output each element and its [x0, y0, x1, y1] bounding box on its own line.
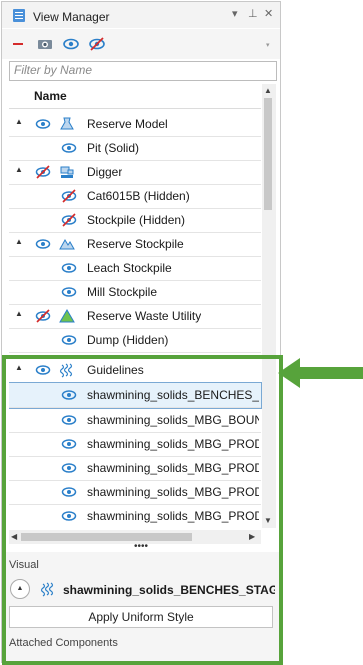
minus-icon[interactable]: [10, 35, 28, 53]
annotation-arrow-icon: [278, 358, 363, 388]
eye-icon[interactable]: [35, 362, 51, 378]
expand-icon[interactable]: ▲: [15, 237, 23, 246]
horizontal-scroll-thumb[interactable]: [21, 533, 192, 541]
hidden-eye-icon[interactable]: [35, 164, 51, 180]
selected-visual-name: shawmining_solids_BENCHES_STAGE: [63, 583, 275, 597]
tree-row-label: shawmining_solids_MBG_PROD_1: [87, 437, 259, 451]
tree-row-label: Leach Stockpile: [87, 261, 172, 275]
tree-row-label: Reserve Waste Utility: [87, 309, 202, 323]
camera-icon[interactable]: [36, 35, 54, 53]
tree-row-label: shawmining_solids_MBG_PROD_2: [87, 461, 259, 475]
tree-row-reserve-stockpile[interactable]: ▲ Reserve Stockpile: [9, 232, 261, 257]
scroll-down-icon[interactable]: ▼: [264, 516, 272, 525]
filter-field[interactable]: [9, 61, 277, 81]
tree-row-mbg-prod[interactable]: shawmining_solids_MBG_PROD_2: [9, 456, 261, 481]
eye-icon[interactable]: [61, 140, 77, 156]
hidden-eye-icon[interactable]: [61, 212, 77, 228]
eye-icon[interactable]: [61, 460, 77, 476]
eye-icon[interactable]: [61, 260, 77, 276]
eye-icon[interactable]: [61, 332, 77, 348]
triangle-icon: [59, 309, 75, 323]
eye-icon[interactable]: [61, 387, 77, 403]
toolbar-overflow-icon[interactable]: ▾: [266, 41, 270, 49]
tree-row-label: Stockpile (Hidden): [87, 213, 186, 227]
tree-row-leach-stockpile[interactable]: Leach Stockpile: [9, 256, 261, 281]
mountain-icon: [59, 239, 75, 250]
eye-icon[interactable]: [62, 35, 80, 53]
tree-row-pit-solid[interactable]: Pit (Solid): [9, 136, 261, 161]
toolbar: ▾: [2, 29, 280, 59]
waves-icon: [59, 363, 73, 378]
hidden-eye-icon[interactable]: [88, 35, 106, 53]
name-column-label: Name: [34, 89, 67, 103]
tree-row-dump[interactable]: Dump (Hidden): [9, 328, 261, 353]
tree-row-cat6015b[interactable]: Cat6015B (Hidden): [9, 184, 261, 209]
tree-row-label: Guidelines: [87, 363, 144, 377]
column-header[interactable]: Name: [9, 84, 261, 109]
hidden-eye-icon[interactable]: [61, 188, 77, 204]
tree-row-reserve-model[interactable]: ▲ Reserve Model: [9, 112, 261, 137]
eye-icon[interactable]: [61, 412, 77, 428]
panel-splitter[interactable]: ••••: [2, 542, 280, 552]
tree-row-mbg-prod[interactable]: shawmining_solids_MBG_PROD_4: [9, 504, 261, 528]
tree-row-digger[interactable]: ▲ Digger: [9, 160, 261, 185]
expand-icon[interactable]: ▲: [15, 363, 23, 372]
close-icon[interactable]: ✕: [264, 7, 273, 20]
scroll-up-icon[interactable]: ▲: [264, 86, 272, 95]
visual-label: Visual: [9, 559, 39, 571]
tree-row-label: Reserve Stockpile: [87, 237, 184, 251]
window-title: View Manager: [33, 10, 110, 24]
tree-row-label: Cat6015B (Hidden): [87, 189, 190, 203]
expand-icon[interactable]: ▲: [15, 117, 23, 126]
expand-icon[interactable]: ▲: [10, 579, 30, 599]
view-manager-icon: [13, 9, 25, 22]
tree-row-mbg-prod[interactable]: shawmining_solids_MBG_PROD_3: [9, 480, 261, 505]
tree-row-guidelines[interactable]: ▲ Guidelines: [9, 358, 261, 383]
tree-rows: ▲ Reserve Model Pit (Solid) ▲ Digger Cat…: [9, 112, 263, 528]
flask-icon: [60, 117, 74, 130]
eye-icon[interactable]: [61, 284, 77, 300]
pin-icon[interactable]: ⊥: [248, 7, 258, 20]
tree-row-label: shawmining_solids_MBG_BOUNDARY: [87, 413, 259, 427]
tree-row-label: Mill Stockpile: [87, 285, 158, 299]
eye-icon[interactable]: [35, 116, 51, 132]
apply-uniform-style-button[interactable]: Apply Uniform Style: [9, 606, 273, 628]
tree-row-mbg-prod[interactable]: shawmining_solids_MBG_PROD_1: [9, 432, 261, 457]
tree-row-label: shawmining_solids_MBG_PROD_3: [87, 485, 259, 499]
tree-row-label: Dump (Hidden): [87, 333, 169, 347]
eye-icon[interactable]: [61, 508, 77, 524]
view-manager-panel: View Manager ▾ ⊥ ✕ ▾ Name ▲ Reserve Mode…: [1, 1, 281, 663]
tree-row-reserve-waste-utility[interactable]: ▲ Reserve Waste Utility: [9, 304, 261, 329]
tree-row-mill-stockpile[interactable]: Mill Stockpile: [9, 280, 261, 305]
tree-row-mbg-boundary[interactable]: shawmining_solids_MBG_BOUNDARY: [9, 408, 261, 433]
expand-icon[interactable]: ▲: [15, 309, 23, 318]
eye-icon[interactable]: [35, 236, 51, 252]
scroll-right-icon[interactable]: ▶: [249, 532, 255, 541]
title-bar: View Manager ▾ ⊥ ✕: [2, 2, 280, 28]
attached-components-label: Attached Components: [9, 637, 118, 649]
tree-row-benches-stage[interactable]: shawmining_solids_BENCHES_STAGE: [9, 382, 262, 409]
expand-icon[interactable]: ▲: [15, 165, 23, 174]
hidden-eye-icon[interactable]: [35, 308, 51, 324]
digger-icon: [60, 166, 74, 178]
visual-section: Visual ▲ shawmining_solids_BENCHES_STAGE…: [2, 552, 280, 662]
dropdown-icon[interactable]: ▾: [232, 7, 238, 20]
eye-icon[interactable]: [61, 436, 77, 452]
eye-icon[interactable]: [61, 484, 77, 500]
tree-row-label: shawmining_solids_MBG_PROD_4: [87, 509, 259, 523]
tree-row-stockpile[interactable]: Stockpile (Hidden): [9, 208, 261, 233]
waves-icon: [40, 582, 54, 597]
filter-input[interactable]: [10, 62, 273, 78]
scroll-left-icon[interactable]: ◀: [11, 532, 17, 541]
vertical-scroll-thumb[interactable]: [264, 98, 272, 210]
tree-row-label: shawmining_solids_BENCHES_STAGE: [87, 388, 259, 402]
tree-row-label: Digger: [87, 165, 123, 179]
tree-row-label: Reserve Model: [87, 117, 168, 131]
tree-row-label: Pit (Solid): [87, 141, 140, 155]
vertical-scrollbar[interactable]: ▲ ▼: [262, 84, 276, 528]
